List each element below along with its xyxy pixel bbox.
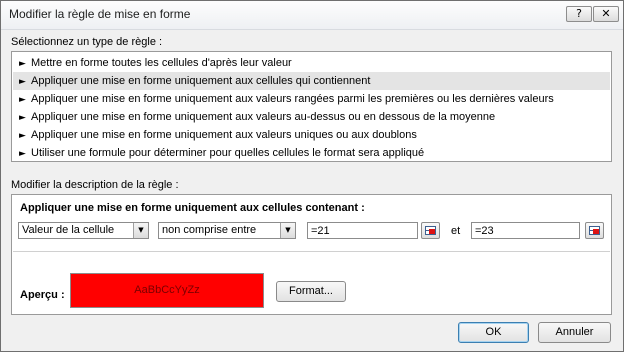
cell-reference-button[interactable] <box>585 222 604 239</box>
rule-type-item-label: Appliquer une mise en forme uniquement a… <box>31 129 417 141</box>
rule-description-label: Modifier la description de la règle : <box>11 179 179 191</box>
dialog-window: Modifier la règle de mise en forme ? ✕ S… <box>0 0 624 352</box>
operator-select[interactable]: non comprise entre ▼ <box>158 222 296 239</box>
rule-type-item-label: Appliquer une mise en forme uniquement a… <box>31 111 496 123</box>
rule-type-list[interactable]: ► Mettre en forme toutes les cellules d'a… <box>11 51 612 162</box>
bullet-arrow-icon: ► <box>19 131 26 141</box>
cell-value-select-label: Valeur de la cellule <box>22 224 115 236</box>
ok-button[interactable]: OK <box>458 322 529 343</box>
format-preview: AaBbCcYyZz <box>70 273 264 308</box>
value1-input[interactable] <box>307 222 418 239</box>
close-button[interactable]: ✕ <box>593 6 619 22</box>
chevron-down-icon[interactable]: ▼ <box>280 223 295 238</box>
rule-type-item-label: Appliquer une mise en forme uniquement a… <box>31 75 371 87</box>
divider <box>13 251 610 252</box>
dialog-title: Modifier la règle de mise en forme <box>9 7 191 21</box>
cancel-button[interactable]: Annuler <box>538 322 611 343</box>
value2-input[interactable] <box>471 222 580 239</box>
preview-label: Aperçu : <box>20 289 65 301</box>
rule-type-item[interactable]: ► Appliquer une mise en forme uniquement … <box>13 90 610 108</box>
bullet-arrow-icon: ► <box>19 77 26 87</box>
rule-type-label: Sélectionnez un type de règle : <box>11 36 163 48</box>
rule-type-item-label: Utiliser une formule pour déterminer pou… <box>31 147 425 159</box>
rule-type-item[interactable]: ► Utiliser une formule pour déterminer po… <box>13 144 610 162</box>
chevron-down-icon[interactable]: ▼ <box>133 223 148 238</box>
bullet-arrow-icon: ► <box>19 149 26 159</box>
format-button[interactable]: Format... <box>276 281 346 302</box>
rule-type-item[interactable]: ► Appliquer une mise en forme uniquement … <box>13 108 610 126</box>
bullet-arrow-icon: ► <box>19 95 26 105</box>
help-button[interactable]: ? <box>566 6 592 22</box>
rule-type-item-label: Mettre en forme toutes les cellules d'ap… <box>31 57 292 69</box>
cell-value-select[interactable]: Valeur de la cellule ▼ <box>18 222 149 239</box>
rule-type-item-label: Appliquer une mise en forme uniquement a… <box>31 93 554 105</box>
and-label: et <box>451 225 461 237</box>
bullet-arrow-icon: ► <box>19 113 26 123</box>
rule-type-item-selected[interactable]: ► Appliquer une mise en forme uniquement … <box>13 72 610 90</box>
rule-type-item[interactable]: ► Appliquer une mise en forme uniquement … <box>13 126 610 144</box>
bullet-arrow-icon: ► <box>19 59 26 69</box>
cell-reference-button[interactable] <box>421 222 440 239</box>
title-bar: Modifier la règle de mise en forme ? ✕ <box>1 1 623 30</box>
operator-select-label: non comprise entre <box>162 224 257 236</box>
condition-heading: Appliquer une mise en forme uniquement a… <box>20 202 365 214</box>
rule-type-item[interactable]: ► Mettre en forme toutes les cellules d'a… <box>13 54 610 72</box>
